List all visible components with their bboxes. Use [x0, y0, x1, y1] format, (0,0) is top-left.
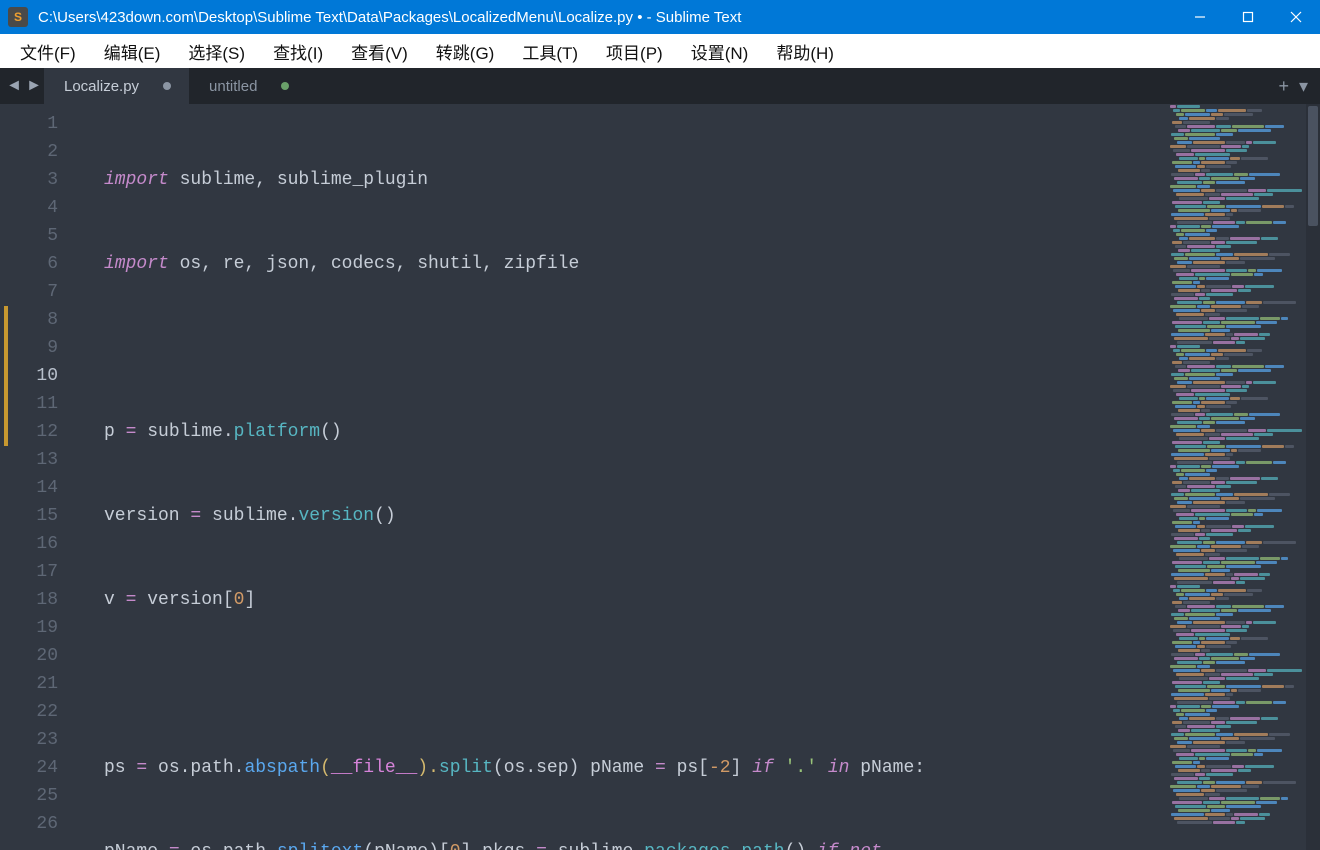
- menu-tools[interactable]: 工具(T): [508, 35, 592, 68]
- line-number[interactable]: 10: [4, 362, 82, 390]
- line-number[interactable]: 4: [4, 194, 82, 222]
- line-number[interactable]: 20: [4, 642, 82, 670]
- line-number[interactable]: 18: [4, 586, 82, 614]
- minimize-button[interactable]: [1176, 0, 1224, 34]
- dirty-indicator-icon: [281, 82, 289, 90]
- nav-forward-button[interactable]: ►: [24, 68, 44, 104]
- menu-project[interactable]: 项目(P): [592, 35, 677, 68]
- line-number[interactable]: 16: [4, 530, 82, 558]
- app-icon: S: [8, 7, 28, 27]
- menu-help[interactable]: 帮助(H): [762, 35, 848, 68]
- tab-untitled[interactable]: untitled: [189, 68, 307, 104]
- nav-back-button[interactable]: ◄: [4, 68, 24, 104]
- line-number[interactable]: 9: [4, 334, 82, 362]
- new-tab-button[interactable]: +: [1278, 76, 1289, 97]
- line-gutter[interactable]: 1234567891011121314151617181920212223242…: [0, 104, 82, 850]
- tab-label: untitled: [209, 78, 257, 95]
- line-number[interactable]: 21: [4, 670, 82, 698]
- menubar: 文件(F) 编辑(E) 选择(S) 查找(I) 查看(V) 转跳(G) 工具(T…: [0, 34, 1320, 68]
- menu-view[interactable]: 查看(V): [337, 35, 422, 68]
- menu-select[interactable]: 选择(S): [174, 35, 259, 68]
- window-title: C:\Users\423down.com\Desktop\Sublime Tex…: [38, 9, 1176, 26]
- tab-list-button[interactable]: ▾: [1299, 76, 1308, 97]
- line-number[interactable]: 12: [4, 418, 82, 446]
- close-button[interactable]: [1272, 0, 1320, 34]
- line-number[interactable]: 7: [4, 278, 82, 306]
- menu-edit[interactable]: 编辑(E): [90, 35, 175, 68]
- line-number[interactable]: 22: [4, 698, 82, 726]
- line-number[interactable]: 6: [4, 250, 82, 278]
- line-number[interactable]: 26: [4, 810, 82, 838]
- scrollbar-thumb[interactable]: [1308, 106, 1318, 226]
- dirty-indicator-icon: [163, 82, 171, 90]
- line-number[interactable]: 24: [4, 754, 82, 782]
- modified-mark-icon: [4, 306, 8, 446]
- menu-file[interactable]: 文件(F): [6, 35, 90, 68]
- line-number[interactable]: 1: [4, 110, 82, 138]
- minimap[interactable]: [1166, 104, 1306, 850]
- tab-controls: + ▾: [1278, 68, 1320, 104]
- code-area[interactable]: import sublime, sublime_plugin import os…: [82, 104, 1166, 850]
- line-number[interactable]: 5: [4, 222, 82, 250]
- tab-localize[interactable]: Localize.py: [44, 68, 189, 104]
- editor: 1234567891011121314151617181920212223242…: [0, 104, 1320, 850]
- tabbar: ◄ ► Localize.py untitled + ▾: [0, 68, 1320, 104]
- line-number[interactable]: 19: [4, 614, 82, 642]
- menu-goto[interactable]: 转跳(G): [422, 35, 509, 68]
- line-number[interactable]: 23: [4, 726, 82, 754]
- menu-prefs[interactable]: 设置(N): [677, 35, 763, 68]
- window-titlebar: S C:\Users\423down.com\Desktop\Sublime T…: [0, 0, 1320, 34]
- line-number[interactable]: 13: [4, 446, 82, 474]
- line-number[interactable]: 25: [4, 782, 82, 810]
- tab-label: Localize.py: [64, 78, 139, 95]
- menu-find[interactable]: 查找(I): [259, 35, 337, 68]
- maximize-button[interactable]: [1224, 0, 1272, 34]
- line-number[interactable]: 17: [4, 558, 82, 586]
- vertical-scrollbar[interactable]: [1306, 104, 1320, 850]
- line-number[interactable]: 8: [4, 306, 82, 334]
- line-number[interactable]: 3: [4, 166, 82, 194]
- line-number[interactable]: 11: [4, 390, 82, 418]
- line-number[interactable]: 2: [4, 138, 82, 166]
- line-number[interactable]: 14: [4, 474, 82, 502]
- line-number[interactable]: 15: [4, 502, 82, 530]
